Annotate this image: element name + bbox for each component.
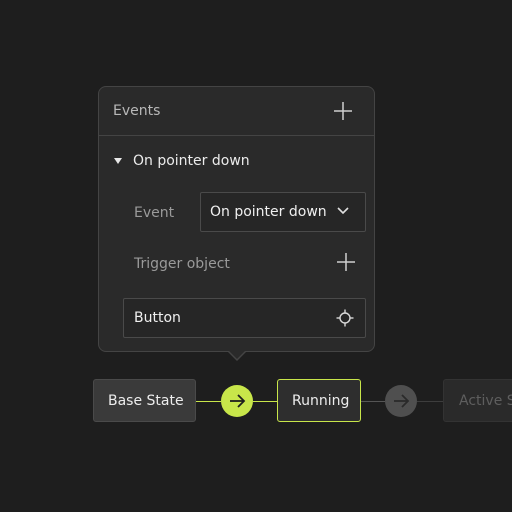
event-field-label: Event xyxy=(134,205,175,221)
pick-target-button[interactable] xyxy=(336,309,354,327)
state-node-running[interactable]: Running xyxy=(277,379,361,422)
chevron-down-icon xyxy=(337,207,349,215)
connector-line xyxy=(253,401,277,402)
event-select-value: On pointer down xyxy=(210,204,327,220)
add-trigger-object-button[interactable] xyxy=(335,251,357,273)
state-node-label: Active State xyxy=(459,393,512,409)
connector-line xyxy=(417,401,443,402)
crosshair-icon xyxy=(336,309,354,327)
connector-line xyxy=(196,401,221,402)
trigger-object-field[interactable]: Button xyxy=(123,298,366,338)
transition-button-active[interactable] xyxy=(221,385,253,417)
state-node-label: Base State xyxy=(108,393,184,409)
caret-down-icon xyxy=(114,158,122,164)
event-select[interactable]: On pointer down xyxy=(200,192,366,232)
state-node-base[interactable]: Base State xyxy=(93,379,196,422)
state-node-active[interactable]: Active State xyxy=(443,379,512,422)
plus-icon xyxy=(334,102,352,120)
arrow-right-icon xyxy=(394,394,410,408)
events-panel-title: Events xyxy=(113,103,161,119)
event-group-label: On pointer down xyxy=(133,153,250,169)
connector-line xyxy=(361,401,385,402)
panel-pointer xyxy=(229,351,245,359)
events-panel-header: Events xyxy=(99,87,374,136)
plus-icon xyxy=(337,253,355,271)
arrow-right-icon xyxy=(230,394,246,408)
transition-button-inactive[interactable] xyxy=(385,385,417,417)
events-panel: Events On pointer down Event On pointer … xyxy=(98,86,375,352)
add-event-button[interactable] xyxy=(332,100,354,122)
state-node-label: Running xyxy=(292,393,350,409)
canvas: Events On pointer down Event On pointer … xyxy=(0,0,512,512)
trigger-object-value: Button xyxy=(134,310,181,326)
trigger-object-label: Trigger object xyxy=(134,256,230,272)
